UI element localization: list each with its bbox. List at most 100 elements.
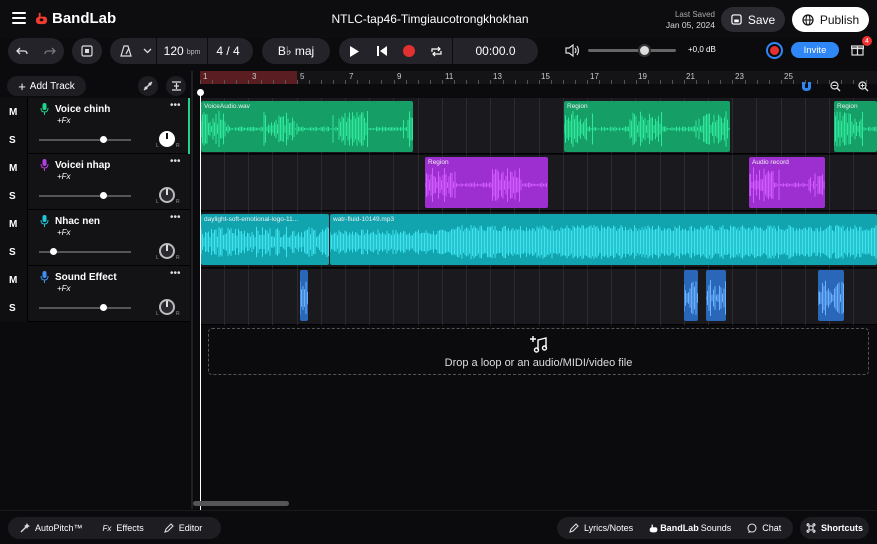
track-name[interactable]: Sound Effect [55,272,117,283]
audio-region[interactable]: Audio record [749,157,825,208]
horizontal-scrollbar[interactable] [193,501,289,506]
audio-region[interactable] [300,270,308,321]
add-fx-button[interactable]: +Fx [57,284,71,293]
time-signature-field[interactable]: 4 / 4 [208,38,248,64]
bar-number: 5 [300,72,305,81]
publish-button[interactable]: Publish [792,7,869,32]
audio-region[interactable] [818,270,844,321]
grid-line [345,155,346,211]
audio-region[interactable]: watr-fluid-10149.mp3 [330,214,877,265]
redo-button[interactable] [36,38,64,64]
save-button[interactable]: Save [721,7,785,32]
record-button[interactable] [395,38,423,64]
audio-region[interactable]: Region [425,157,548,208]
bar-number: 23 [735,72,744,81]
undo-button[interactable] [8,38,36,64]
timeline-ruler[interactable]: 1 3 5 7 9 11 13 15 17 19 21 23 25 [200,71,877,84]
track-lanes[interactable]: VoiceAudio.wav Region Region Region Audi… [200,98,877,325]
mute-button[interactable]: M [9,275,17,286]
track-volume-slider[interactable] [39,136,131,143]
ruler-tick [418,80,419,84]
pan-knob[interactable] [159,187,175,203]
ruler-tick [248,80,249,84]
pan-knob[interactable] [159,131,175,147]
editor-button[interactable]: Editor [154,517,213,539]
solo-button[interactable]: S [9,303,16,314]
grid-line [829,98,830,154]
ruler-tick [224,80,225,84]
master-volume-slider[interactable] [588,44,676,57]
track-name[interactable]: Nhac nen [55,216,100,227]
track-volume-slider[interactable] [39,248,131,255]
speaker-icon[interactable] [565,43,580,62]
grid-line [321,155,322,211]
key-field[interactable]: B♭ maj [262,38,330,64]
track-name[interactable]: Voice chinh [55,104,110,115]
solo-button[interactable]: S [9,191,16,202]
menu-icon[interactable] [12,12,26,24]
shortcuts-button[interactable]: Shortcuts [800,517,869,539]
pan-knob[interactable] [159,299,175,315]
lyrics-notes-button[interactable]: Lyrics/Notes [557,517,643,539]
add-fx-button[interactable]: +Fx [57,116,71,125]
more-options-icon[interactable]: ••• [170,212,181,223]
grid-button[interactable] [72,38,102,64]
mute-button[interactable]: M [9,219,17,230]
more-options-icon[interactable]: ••• [170,156,181,167]
add-track-button[interactable]: + Add Track [7,76,86,96]
add-fx-button[interactable]: +Fx [57,172,71,181]
volume-knob[interactable] [100,192,107,199]
chat-button[interactable]: Chat [737,517,791,539]
more-options-icon[interactable]: ••• [170,268,181,279]
zoom-out-icon[interactable] [830,79,841,97]
gift-icon[interactable] [850,43,865,61]
master-volume-knob[interactable] [638,44,651,57]
rewind-button[interactable] [369,38,395,64]
volume-knob[interactable] [100,304,107,311]
playhead[interactable] [197,89,204,510]
volume-knob[interactable] [50,248,57,255]
automation-button[interactable] [138,76,158,96]
waveform-path [749,167,825,203]
play-button[interactable] [339,38,369,64]
more-options-icon[interactable]: ••• [170,100,181,111]
record-status-indicator[interactable] [766,42,783,59]
track-volume-slider[interactable] [39,192,131,199]
brand-logo[interactable]: BandLab [35,10,116,27]
metronome-button[interactable] [114,38,138,64]
audio-region[interactable]: Region [564,101,730,152]
track-header[interactable]: M S Nhac nen +Fx ••• L R [0,210,190,266]
panel-divider[interactable] [191,71,193,509]
bandlab-sounds-button[interactable]: BandLab Sounds [643,517,737,539]
solo-button[interactable]: S [9,135,16,146]
track-name[interactable]: Voicei nhap [55,160,110,171]
loop-button[interactable] [423,38,449,64]
tempo-field[interactable]: 120 bpm [157,38,207,64]
metronome-dropdown[interactable] [138,38,156,64]
track-volume-slider[interactable] [39,304,131,311]
pan-knob[interactable] [159,243,175,259]
track-header[interactable]: M S Voicei nhap +Fx ••• L R [0,154,190,210]
audio-region[interactable]: Region [834,101,877,152]
track-height-button[interactable] [166,76,186,96]
resize-tracks-icon [171,81,181,91]
volume-knob[interactable] [100,136,107,143]
audio-region[interactable]: daylight-soft-emotional-logo-11... [201,214,329,265]
zoom-in-icon[interactable] [858,79,869,97]
track-header[interactable]: M S Sound Effect +Fx ••• L R [0,266,190,322]
mute-button[interactable]: M [9,107,17,118]
grid-line [224,155,225,211]
mute-button[interactable]: M [9,163,17,174]
project-title[interactable]: NTLC-tap46-Timgiaucotrongkhokhan [280,12,580,26]
effects-button[interactable]: Fx Effects [93,517,154,539]
magnet-snap-icon[interactable] [801,79,812,97]
invite-button[interactable]: Invite [791,42,839,58]
add-fx-button[interactable]: +Fx [57,228,71,237]
audio-region[interactable] [684,270,698,321]
drop-zone[interactable]: Drop a loop or an audio/MIDI/video file [208,328,869,375]
autopitch-button[interactable]: AutoPitch™ [8,517,93,539]
audio-region[interactable]: VoiceAudio.wav [201,101,413,152]
track-header[interactable]: M S Voice chinh +Fx ••• L R [0,98,190,154]
solo-button[interactable]: S [9,247,16,258]
audio-region[interactable] [706,270,726,321]
